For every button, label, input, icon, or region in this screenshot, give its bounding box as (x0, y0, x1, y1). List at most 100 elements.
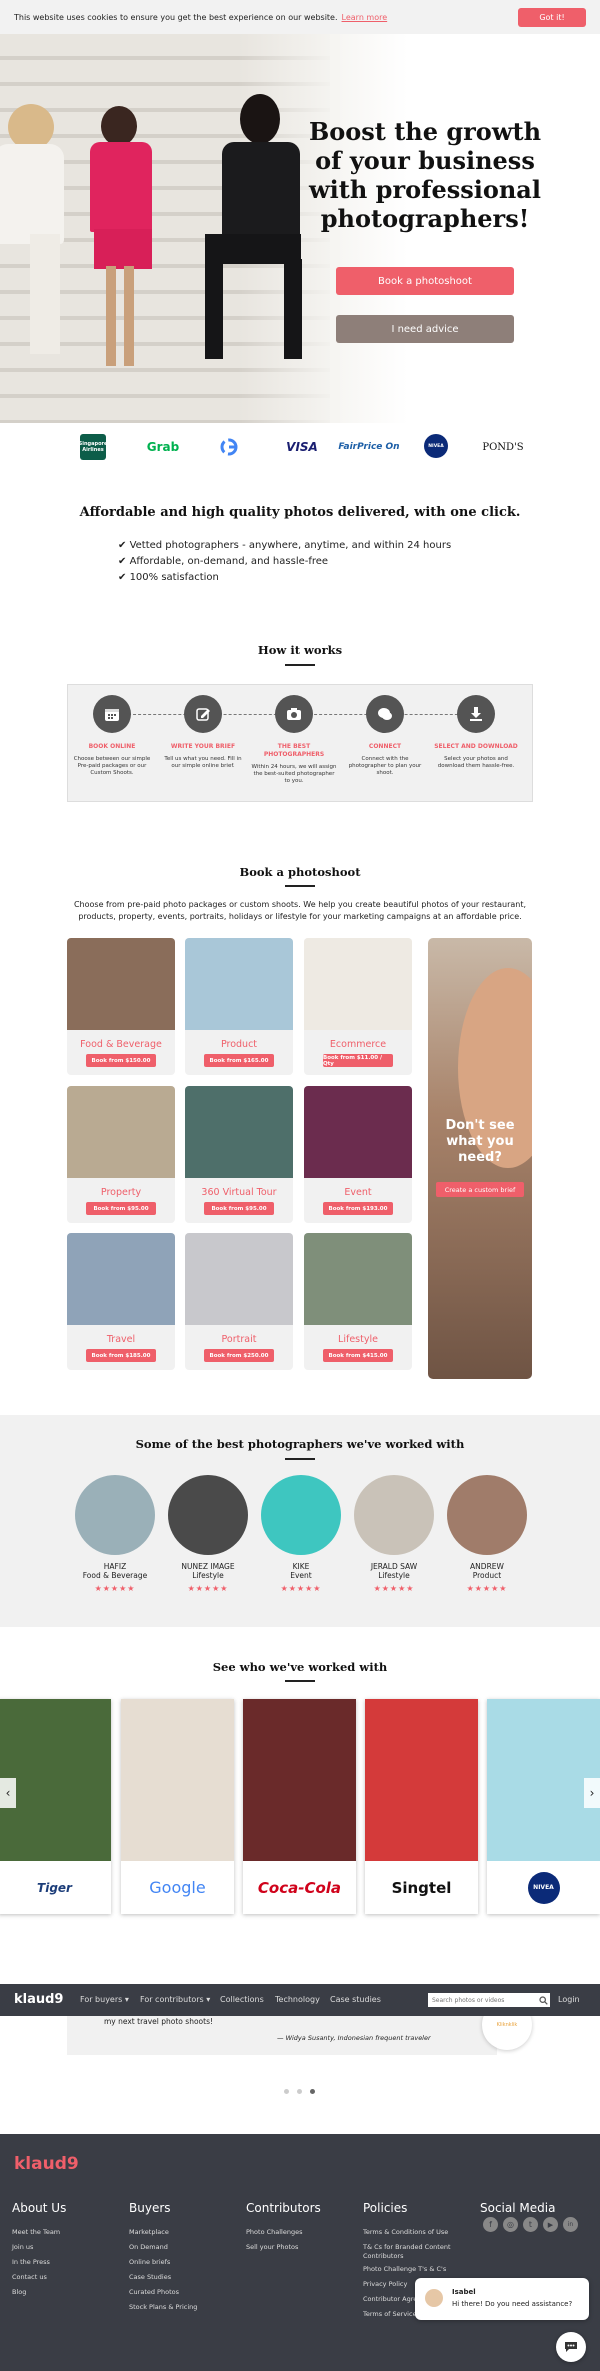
brand-logo: Coca-Cola (257, 1878, 342, 1897)
package-price-button[interactable]: Book from $165.00 (204, 1054, 274, 1067)
package-card[interactable]: Lifestyle Book from $415.00 (304, 1233, 412, 1370)
carousel-prev-icon[interactable]: ‹ (0, 1778, 16, 1808)
brand-card[interactable]: Coca-Cola (243, 1699, 356, 1914)
instagram-icon[interactable]: ◎ (503, 2217, 518, 2232)
step-title: SELECT AND DOWNLOAD (434, 743, 518, 750)
photographer-card[interactable]: ANDREW Product ★★★★★ (447, 1475, 527, 1593)
step-best-photographers: THE BEST PHOTOGRAPHERS Within 24 hours, … (251, 695, 337, 785)
create-custom-brief-button[interactable]: Create a custom brief (436, 1182, 524, 1197)
footer-link[interactable]: Photo Challenge T's & C's (363, 2265, 475, 2274)
login-link[interactable]: Login (558, 1995, 580, 2004)
check-icon: ✔ (118, 556, 130, 567)
photographer-card[interactable]: NUNEZ IMAGE Lifestyle ★★★★★ (168, 1475, 248, 1593)
carousel-next-icon[interactable]: › (584, 1778, 600, 1808)
package-card[interactable]: Event Book from $193.00 (304, 1086, 412, 1223)
check-icon: ✔ (118, 540, 130, 551)
footer-link[interactable]: Curated Photos (129, 2288, 179, 2296)
footer-link[interactable]: Online briefs (129, 2258, 170, 2266)
footer-link[interactable]: Photo Challenges (246, 2228, 303, 2236)
bullet-text: 100% satisfaction (129, 572, 219, 583)
nav-technology[interactable]: Technology (275, 1995, 320, 2004)
footer-link[interactable]: In the Press (12, 2258, 50, 2266)
footer-link[interactable]: On Demand (129, 2243, 168, 2251)
footer-link[interactable]: Terms & Conditions of Use (363, 2228, 475, 2237)
package-card[interactable]: Property Book from $95.00 (67, 1086, 175, 1223)
footer-link[interactable]: Case Studies (129, 2273, 171, 2281)
footer-link[interactable]: Marketplace (129, 2228, 169, 2236)
book-photoshoot-button[interactable]: Book a photoshoot (336, 267, 514, 295)
footer-link[interactable]: Contact us (12, 2273, 47, 2281)
package-price-button[interactable]: Book from $250.00 (204, 1349, 274, 1362)
package-card[interactable]: Ecommerce Book from $11.00 / Qty (304, 938, 412, 1075)
package-photo (304, 1086, 412, 1178)
chat-popup[interactable]: Isabel Hi there! Do you need assistance? (415, 2278, 589, 2320)
twitter-icon[interactable]: t (523, 2217, 538, 2232)
package-card[interactable]: Product Book from $165.00 (185, 938, 293, 1075)
package-label: Property (100, 1187, 142, 1198)
photographer-card[interactable]: JERALD SAW Lifestyle ★★★★★ (354, 1475, 434, 1593)
nav-for-buyers[interactable]: For buyers ▾ (80, 1995, 129, 2004)
package-price-button[interactable]: Book from $185.00 (86, 1349, 156, 1362)
brand-card[interactable]: Google (121, 1699, 234, 1914)
custom-brief-title: Don't see what you need? (445, 1118, 515, 1165)
fairprice-logo: FairPrice On (338, 442, 400, 452)
learn-more-link[interactable]: Learn more (342, 13, 388, 22)
brand-card[interactable]: Tiger (0, 1699, 111, 1914)
step-desc: Connect with the photographer to plan yo… (348, 756, 422, 776)
brand-logo: NIVEA (527, 1871, 560, 1904)
nav-case-studies[interactable]: Case studies (330, 1995, 381, 2004)
value-bullet: ✔ 100% satisfaction (118, 570, 451, 586)
hero-person-body (90, 142, 152, 232)
youtube-icon[interactable]: ▶ (543, 2217, 558, 2232)
carousel-dot-active[interactable] (310, 2089, 315, 2094)
footer-link[interactable]: Join us (12, 2243, 33, 2251)
footer-link[interactable]: Blog (12, 2288, 26, 2296)
footer-link[interactable]: Stock Plans & Pricing (129, 2303, 197, 2311)
package-price-button[interactable]: Book from $11.00 / Qty (323, 1054, 393, 1067)
package-price-button[interactable]: Book from $95.00 (204, 1202, 274, 1215)
package-price-button[interactable]: Book from $150.00 (86, 1054, 156, 1067)
package-card[interactable]: Travel Book from $185.00 (67, 1233, 175, 1370)
nav-collections[interactable]: Collections (220, 1995, 264, 2004)
brand-card[interactable]: Singtel (365, 1699, 478, 1914)
brand-logo-area: Google (121, 1861, 234, 1914)
need-advice-button[interactable]: I need advice (336, 315, 514, 343)
klaud9-logo[interactable]: klaud9 (14, 1992, 63, 2007)
package-card[interactable]: Food & Beverage Book from $150.00 (67, 938, 175, 1075)
footer-link[interactable]: T& Cs for Branded Content Contributors (363, 2243, 475, 2261)
value-bullets: ✔ Vetted photographers - anywhere, anyti… (118, 538, 451, 586)
linkedin-icon[interactable]: in (563, 2217, 578, 2232)
search-icon[interactable] (536, 1993, 550, 2007)
photographer-card[interactable]: KIKE Event ★★★★★ (261, 1475, 341, 1593)
footer-logo[interactable]: klaud9 (14, 2154, 79, 2174)
book-intro: Choose from pre-paid photo packages or c… (73, 900, 527, 921)
package-price-button[interactable]: Book from $193.00 (323, 1202, 393, 1215)
footer-link[interactable]: Sell your Photos (246, 2243, 298, 2251)
hero-person-head (240, 94, 280, 144)
rating-stars: ★★★★★ (373, 1584, 415, 1593)
got-it-button[interactable]: Got it! (518, 7, 586, 27)
package-card[interactable]: Portrait Book from $250.00 (185, 1233, 293, 1370)
footer-link[interactable]: Meet the Team (12, 2228, 60, 2236)
step-title: THE BEST PHOTOGRAPHERS (263, 743, 325, 758)
nivea-logo: NIVEA (424, 434, 448, 458)
hero-person-body (0, 144, 64, 244)
photographer-avatar (447, 1475, 527, 1555)
package-label: Lifestyle (338, 1334, 378, 1345)
custom-brief-card[interactable]: Don't see what you need? Create a custom… (428, 938, 532, 1379)
nav-for-contributors[interactable]: For contributors ▾ (140, 1995, 210, 2004)
rating-stars: ★★★★★ (94, 1584, 136, 1593)
chat-launcher-icon[interactable] (556, 2332, 586, 2362)
carousel-dot[interactable] (284, 2089, 289, 2094)
facebook-icon[interactable]: f (483, 2217, 498, 2232)
package-price-button[interactable]: Book from $95.00 (86, 1202, 156, 1215)
cookie-text-wrap: This website uses cookies to ensure you … (14, 13, 387, 22)
package-card[interactable]: 360 Virtual Tour Book from $95.00 (185, 1086, 293, 1223)
photographer-card[interactable]: HAFIZ Food & Beverage ★★★★★ (75, 1475, 155, 1593)
package-price-button[interactable]: Book from $415.00 (323, 1349, 393, 1362)
package-label: Food & Beverage (80, 1039, 162, 1050)
search-input[interactable] (428, 1993, 536, 2007)
carousel-dot[interactable] (297, 2089, 302, 2094)
book-underline (285, 885, 315, 887)
how-underline (285, 664, 315, 666)
